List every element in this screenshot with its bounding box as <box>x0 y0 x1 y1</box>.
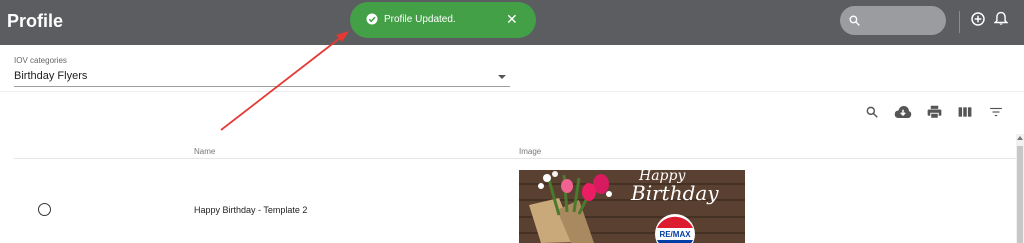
row-name: Happy Birthday - Template 2 <box>194 205 308 215</box>
toast-notification: Profile Updated. ✕ <box>350 2 536 38</box>
cloud-download-icon[interactable] <box>894 105 912 119</box>
page-title: Profile <box>7 11 64 31</box>
flyer-script-birthday: Birthday <box>630 181 719 205</box>
column-header-image[interactable]: Image <box>519 147 541 156</box>
filter-icon[interactable] <box>989 105 1003 119</box>
search-icon[interactable] <box>865 105 879 119</box>
chevron-down-icon <box>498 75 506 79</box>
check-circle-icon <box>366 13 378 25</box>
scrollbar-thumb[interactable] <box>1017 146 1023 243</box>
flyer-thumbnail: Happy Birthday RE/MAX <box>519 170 745 243</box>
header-divider <box>14 158 1018 159</box>
header-divider <box>959 11 960 33</box>
search-icon <box>849 15 860 26</box>
flyer-brand-logo: RE/MAX <box>659 230 691 239</box>
toast-message: Profile Updated. <box>384 14 456 25</box>
row-select-radio[interactable] <box>38 203 51 216</box>
search-box[interactable] <box>840 6 946 35</box>
category-select[interactable]: Birthday Flyers <box>14 66 510 87</box>
column-header-name[interactable]: Name <box>194 147 215 156</box>
category-value: Birthday Flyers <box>14 70 88 82</box>
close-icon[interactable]: ✕ <box>506 11 518 28</box>
scroll-up-icon[interactable] <box>1017 136 1023 140</box>
add-circle-icon[interactable] <box>970 11 986 27</box>
columns-icon[interactable] <box>958 105 972 119</box>
print-icon[interactable] <box>927 105 942 119</box>
category-label: IOV categories <box>14 56 67 65</box>
section-divider <box>0 91 1024 92</box>
bell-icon[interactable] <box>994 11 1008 27</box>
